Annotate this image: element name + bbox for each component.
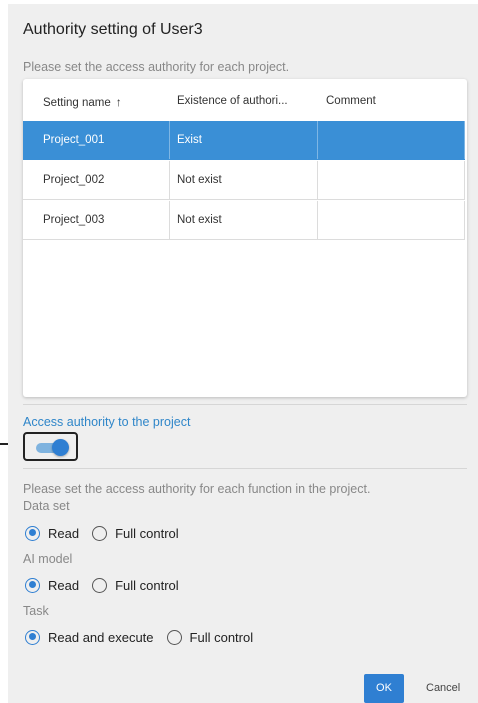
access-authority-toggle[interactable] [23,432,78,461]
task-label: Task [23,604,49,618]
cancel-button[interactable]: Cancel [426,682,460,694]
cell-existence: Not exist [170,161,318,199]
table-header: Setting name ↑ Existence of authori... Co… [23,79,467,121]
project-table: Setting name ↑ Existence of authori... Co… [23,79,467,397]
task-read-execute-radio[interactable] [25,629,40,645]
cell-existence: Exist [170,121,318,159]
cell-setting-name: Project_002 [23,161,170,199]
column-header-existence[interactable]: Existence of authori... [177,95,288,107]
dataset-read-label[interactable]: Read [48,526,79,541]
table-row[interactable]: Project_001 Exist [23,121,465,160]
function-intro-text: Please set the access authority for each… [23,482,371,496]
dataset-radio-group: Read Full control [25,524,192,542]
task-radio-group: Read and execute Full control [25,628,266,646]
ai-model-full-control-label[interactable]: Full control [115,578,179,593]
task-read-execute-label[interactable]: Read and execute [48,630,154,645]
access-authority-label: Access authority to the project [23,415,191,429]
dataset-full-control-radio[interactable] [92,525,108,541]
divider [23,404,467,405]
sort-ascending-icon: ↑ [115,95,122,109]
table-row[interactable]: Project_003 Not exist [23,201,465,240]
column-header-comment[interactable]: Comment [326,95,376,107]
ai-model-radio-group: Read Full control [25,576,192,594]
cell-existence: Not exist [170,201,318,239]
toggle-knob [52,439,69,456]
dialog-title: Authority setting of User3 [23,21,203,38]
cell-setting-name: Project_001 [23,121,170,159]
dataset-full-control-label[interactable]: Full control [115,526,179,541]
table-row[interactable]: Project_002 Not exist [23,161,465,200]
divider [23,468,467,469]
ai-model-read-label[interactable]: Read [48,578,79,593]
task-full-control-label[interactable]: Full control [190,630,254,645]
authority-dialog: Authority setting of User3 Please set th… [8,4,478,703]
cell-comment [318,161,465,199]
ai-model-read-radio[interactable] [25,577,40,593]
ai-model-full-control-radio[interactable] [92,577,108,593]
ok-button[interactable]: OK [364,674,404,703]
ai-model-label: AI model [23,552,73,566]
cell-comment [318,201,465,239]
cell-comment [318,121,465,159]
dataset-label: Data set [23,499,70,513]
dataset-read-radio[interactable] [25,525,40,541]
column-header-setting-name[interactable]: Setting name ↑ [43,95,122,109]
dialog-subtitle: Please set the access authority for each… [23,60,290,74]
cell-setting-name: Project_003 [23,201,170,239]
task-full-control-radio[interactable] [166,629,182,645]
